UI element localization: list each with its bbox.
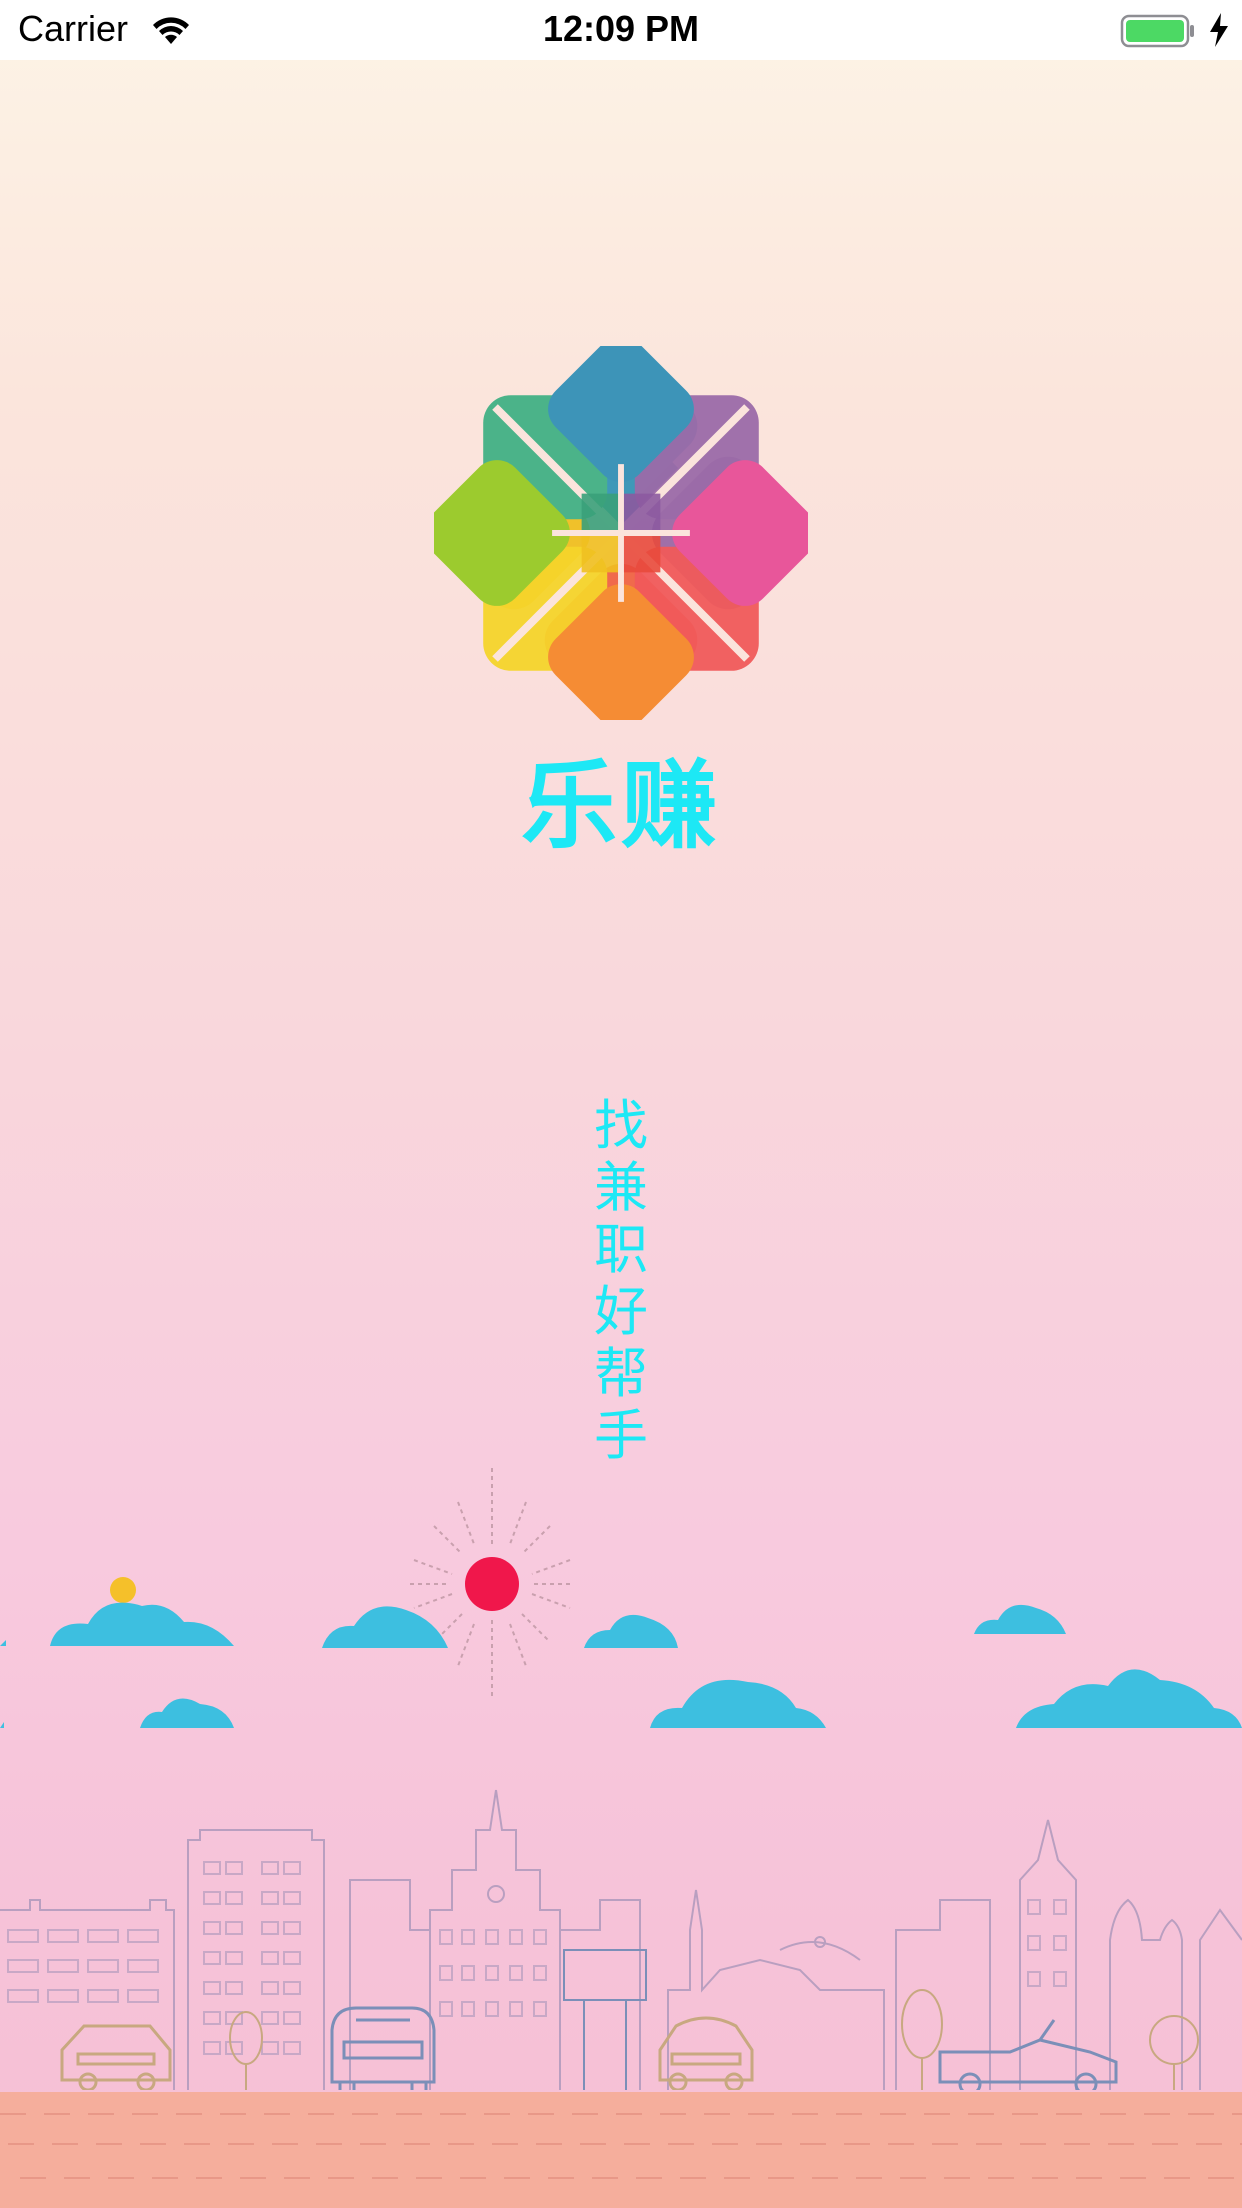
road (0, 2092, 1242, 2208)
cloud-icon (1016, 1669, 1242, 1728)
slogan-text: 找兼职好帮手 (594, 1094, 648, 1467)
car-icon (60, 2024, 172, 2090)
road-markings (0, 2113, 1242, 2179)
cloud-icon (650, 1679, 826, 1728)
sun-icon (410, 1468, 574, 1700)
car-icon (330, 2006, 436, 2090)
cloud-icon (50, 1602, 234, 1646)
cloud-icon (140, 1698, 234, 1728)
status-time: 12:09 PM (542, 8, 700, 49)
small-sun-icon (110, 1577, 136, 1603)
sky-illustration (0, 1468, 1242, 1728)
city-skyline-illustration (0, 1789, 1242, 2090)
status-bar: Carrier 12:09 PM (0, 0, 1242, 60)
car-icon (658, 2016, 754, 2090)
bolt-icon (1210, 13, 1228, 47)
app-name: 乐赚 (521, 750, 721, 862)
cloud-icon (974, 1604, 1066, 1634)
car-icon (938, 2019, 1118, 2090)
splash-screen: Carrier 12:09 PM 乐赚 找兼职好帮手 (0, 0, 1242, 2208)
battery-icon (1120, 14, 1194, 48)
cloud-icon (322, 1606, 448, 1648)
flower-logo-icon (434, 346, 808, 720)
cloud-icon (584, 1614, 678, 1648)
